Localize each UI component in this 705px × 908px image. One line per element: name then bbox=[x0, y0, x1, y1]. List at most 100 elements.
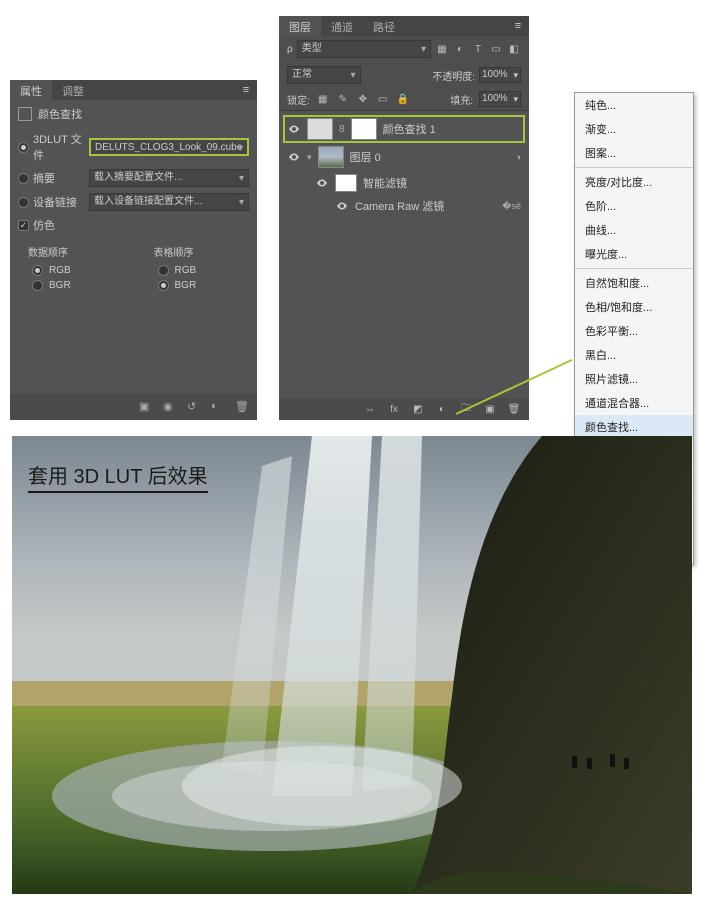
link-layers-icon[interactable]: ⇔ bbox=[363, 402, 377, 416]
filter-shape-icon[interactable]: ▭ bbox=[489, 42, 503, 56]
image-thumb bbox=[318, 146, 344, 168]
tab-layers[interactable]: 图层 bbox=[279, 16, 321, 36]
link-icon: 8 bbox=[339, 124, 345, 135]
opacity-label: 不透明度: bbox=[432, 68, 475, 83]
dropdown-devicelink[interactable]: 载入设备链接配置文件... bbox=[89, 193, 249, 211]
dropdown-3dlut-file[interactable]: DELUTS_CLOG3_Look_09.cube bbox=[89, 138, 249, 156]
visibility-icon[interactable]: ◐ bbox=[211, 400, 225, 414]
label-3dlut: 3DLUT 文件 bbox=[33, 131, 85, 163]
filter-mask-thumb bbox=[335, 174, 357, 192]
layers-tabbar: 图层 通道 路径 ≡ bbox=[279, 16, 529, 36]
fx-icon[interactable]: fx bbox=[387, 402, 401, 416]
layers-panel: 图层 通道 路径 ≡ ρ 类型 ▦ ◐ T ▭ ◧ 正常 不透明度: 100% … bbox=[279, 16, 529, 420]
eye-icon[interactable] bbox=[315, 176, 329, 190]
mask-thumb bbox=[351, 118, 377, 140]
layers-footer: ⇔ fx ◩ ◐ 🗀 ▣ 🗑 bbox=[279, 398, 529, 420]
menu-item[interactable]: 色彩平衡... bbox=[575, 319, 693, 343]
opacity-field[interactable]: 100% bbox=[479, 67, 521, 83]
radio-table-rgb[interactable] bbox=[158, 265, 169, 276]
menu-item[interactable]: 黑白... bbox=[575, 343, 693, 367]
filter-kind-dropdown[interactable]: 类型 bbox=[297, 40, 431, 58]
layer-color-lookup[interactable]: 8 颜色查找 1 bbox=[283, 115, 525, 143]
mask-icon[interactable]: ◩ bbox=[411, 402, 425, 416]
filter-pixel-icon[interactable]: ▦ bbox=[435, 42, 449, 56]
lock-label: 锁定: bbox=[287, 92, 310, 107]
radio-data-rgb[interactable] bbox=[32, 265, 43, 276]
properties-footer: ▣ ◉ ↺ ◐ 🗑 bbox=[10, 394, 257, 420]
label-dither: 仿色 bbox=[33, 217, 55, 233]
layer-image[interactable]: ▾ 图层 0 ◑ bbox=[283, 143, 525, 171]
layer-smart-filters[interactable]: 智能滤镜 bbox=[311, 171, 525, 195]
menu-item[interactable]: 自然饱和度... bbox=[575, 271, 693, 295]
menu-separator bbox=[575, 268, 693, 269]
lock-position-icon[interactable]: ✥ bbox=[356, 92, 370, 106]
menu-item[interactable]: 亮度/对比度... bbox=[575, 170, 693, 194]
layer-name: 智能滤镜 bbox=[363, 175, 407, 191]
new-layer-icon[interactable]: ▣ bbox=[483, 402, 497, 416]
menu-item[interactable]: 色相/饱和度... bbox=[575, 295, 693, 319]
result-image bbox=[12, 436, 692, 894]
tab-properties[interactable]: 属性 bbox=[10, 80, 52, 100]
delete-icon[interactable]: 🗑 bbox=[507, 402, 521, 416]
eye-icon[interactable] bbox=[287, 122, 301, 136]
radio-table-bgr[interactable] bbox=[158, 280, 169, 291]
trash-icon[interactable]: 🗑 bbox=[235, 400, 249, 414]
filter-type-icon[interactable]: T bbox=[471, 42, 485, 56]
prev-state-icon[interactable]: ◉ bbox=[163, 400, 177, 414]
expand-arrow-icon[interactable]: ▾ bbox=[307, 152, 312, 163]
properties-panel: 属性 调整 ≡ 颜色查找 3DLUT 文件 DELUTS_CLOG3_Look_… bbox=[10, 80, 257, 420]
label-abstract: 摘要 bbox=[33, 170, 85, 186]
layer-name: Camera Raw 滤镜 bbox=[355, 198, 444, 214]
layer-camera-raw-filter[interactable]: Camera Raw 滤镜 �së bbox=[331, 195, 525, 217]
checkbox-dither[interactable] bbox=[18, 220, 29, 231]
color-lookup-icon bbox=[18, 107, 32, 121]
order-groups: 数据顺序 RGB BGR 表格顺序 RGB BGR bbox=[10, 236, 257, 293]
menu-item[interactable]: 色阶... bbox=[575, 194, 693, 218]
menu-item[interactable]: 渐变... bbox=[575, 117, 693, 141]
menu-item[interactable]: 照片滤镜... bbox=[575, 367, 693, 391]
menu-item[interactable]: 纯色... bbox=[575, 93, 693, 117]
reset-icon[interactable]: ↺ bbox=[187, 400, 201, 414]
adjustment-layer-icon[interactable]: ◐ bbox=[435, 402, 449, 416]
label-data-order: 数据顺序 bbox=[28, 244, 124, 259]
lock-transparency-icon[interactable]: ▦ bbox=[316, 92, 330, 106]
radio-3dlut[interactable] bbox=[18, 142, 29, 153]
clip-icon[interactable]: ▣ bbox=[139, 400, 153, 414]
lock-pixels-icon[interactable]: ✎ bbox=[336, 92, 350, 106]
lock-all-icon[interactable]: 🔒 bbox=[396, 92, 410, 106]
eye-icon[interactable] bbox=[335, 199, 349, 213]
filter-smart-icon[interactable]: ◧ bbox=[507, 42, 521, 56]
layer-name: 颜色查找 1 bbox=[383, 121, 436, 137]
fill-field[interactable]: 100% bbox=[479, 91, 521, 107]
eye-icon[interactable] bbox=[287, 150, 301, 164]
tab-channels[interactable]: 通道 bbox=[321, 16, 363, 36]
result-caption: 套用 3D LUT 后效果 bbox=[28, 460, 208, 493]
label-devicelink: 设备链接 bbox=[33, 194, 85, 210]
blend-mode-dropdown[interactable]: 正常 bbox=[287, 66, 361, 84]
menu-item[interactable]: 图案... bbox=[575, 141, 693, 165]
label-table-order: 表格顺序 bbox=[154, 244, 250, 259]
lock-artboard-icon[interactable]: ▭ bbox=[376, 92, 390, 106]
layer-list: 8 颜色查找 1 ▾ 图层 0 ◑ 智能滤镜 Camera Raw 滤镜 �së bbox=[279, 111, 529, 221]
layer-name: 图层 0 bbox=[350, 149, 381, 165]
filter-adjust-icon[interactable]: ◐ bbox=[453, 42, 467, 56]
dropdown-abstract[interactable]: 载入摘要配置文件... bbox=[89, 169, 249, 187]
radio-data-bgr[interactable] bbox=[32, 280, 43, 291]
tab-adjustments[interactable]: 调整 bbox=[52, 80, 94, 100]
menu-item[interactable]: 通道混合器... bbox=[575, 391, 693, 415]
smart-object-icon: ◑ bbox=[516, 152, 521, 162]
menu-item[interactable]: 曲线... bbox=[575, 218, 693, 242]
radio-abstract[interactable] bbox=[18, 173, 29, 184]
fill-label: 填充: bbox=[450, 92, 473, 107]
panel-title-text: 颜色查找 bbox=[38, 106, 82, 122]
panel-section-title: 颜色查找 bbox=[10, 100, 257, 128]
menu-separator bbox=[575, 167, 693, 168]
tab-paths[interactable]: 路径 bbox=[363, 16, 405, 36]
menu-item[interactable]: 曝光度... bbox=[575, 242, 693, 266]
kind-label: ρ bbox=[287, 44, 293, 55]
radio-devicelink[interactable] bbox=[18, 197, 29, 208]
layers-panel-menu-icon[interactable]: ≡ bbox=[507, 16, 529, 36]
filter-blend-icon[interactable]: �së bbox=[502, 201, 521, 212]
panel-menu-icon[interactable]: ≡ bbox=[235, 80, 257, 100]
properties-tabbar: 属性 调整 ≡ bbox=[10, 80, 257, 100]
